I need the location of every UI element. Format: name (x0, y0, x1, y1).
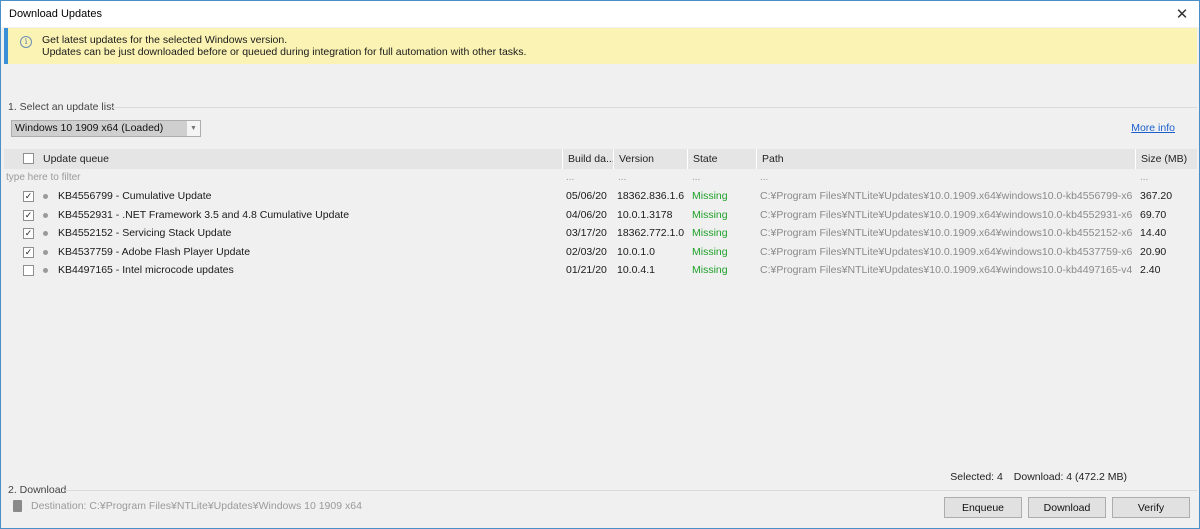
row-build-date: 04/06/20 (566, 208, 607, 221)
row-update-name: KB4556799 - Cumulative Update (58, 190, 212, 202)
row-size: 2.40 (1140, 264, 1161, 276)
grid-header: Update queue Build da... Version State P… (4, 149, 1197, 169)
row-path: C:¥Program Files¥NTLite¥Updates¥10.0.190… (760, 208, 1132, 221)
row-state: Missing (692, 208, 728, 221)
row-size: 14.40 (1140, 227, 1167, 239)
download-button[interactable]: Download (1028, 497, 1106, 518)
download-updates-window: Download Updates ✕ i Get latest updates … (0, 0, 1200, 529)
row-checkbox[interactable] (23, 265, 34, 276)
row-build-date: 01/21/20 (566, 264, 607, 276)
row-version: 18362.772.1.0 (617, 227, 685, 239)
info-icon: i (20, 36, 32, 48)
filter-version-input[interactable]: ... (616, 169, 626, 187)
select-all-checkbox[interactable] (23, 153, 34, 164)
row-checkbox[interactable]: ✓ (23, 228, 34, 239)
status-dot-icon (43, 268, 48, 273)
section-divider (111, 107, 1197, 108)
selected-count: Selected: 4 (950, 471, 1003, 483)
row-path: C:¥Program Files¥NTLite¥Updates¥10.0.190… (760, 245, 1132, 258)
filter-build-input[interactable]: ... (564, 169, 574, 187)
update-list-select[interactable]: Windows 10 1909 x64 (Loaded) ▼ (11, 120, 201, 137)
update-rows: ✓ KB4556799 - Cumulative Update 05/06/20… (4, 187, 1197, 280)
row-size: 69.70 (1140, 208, 1167, 221)
update-list-select-value: Windows 10 1909 x64 (Loaded) (12, 121, 186, 136)
header-update-queue[interactable]: Update queue (38, 149, 562, 169)
filter-state-input[interactable]: ... (690, 169, 700, 187)
row-size: 367.20 (1140, 190, 1173, 202)
destination-path: Destination: C:¥Program Files¥NTLite¥Upd… (31, 500, 362, 512)
row-path: C:¥Program Files¥NTLite¥Updates¥10.0.190… (760, 190, 1132, 202)
section-select-list-label: 1. Select an update list (8, 101, 115, 113)
header-version[interactable]: Version (613, 149, 687, 169)
row-version: 10.0.1.0 (617, 245, 655, 258)
destination: Destination: C:¥Program Files¥NTLite¥Upd… (13, 500, 362, 512)
row-build-date: 03/17/20 (566, 227, 607, 239)
row-state: Missing (692, 245, 728, 258)
row-path: C:¥Program Files¥NTLite¥Updates¥10.0.190… (760, 264, 1132, 276)
verify-button[interactable]: Verify (1112, 497, 1190, 518)
header-size[interactable]: Size (MB) (1135, 149, 1197, 169)
table-row[interactable]: ✓ KB4556799 - Cumulative Update 05/06/20… (4, 187, 1197, 206)
row-update-name: KB4552931 - .NET Framework 3.5 and 4.8 C… (58, 208, 350, 221)
header-path[interactable]: Path (756, 149, 1135, 169)
status-dot-icon (43, 194, 48, 199)
row-checkbox[interactable]: ✓ (23, 191, 34, 202)
header-state[interactable]: State (687, 149, 756, 169)
row-path: C:¥Program Files¥NTLite¥Updates¥10.0.190… (760, 227, 1132, 239)
filter-row: type here to filter ... ... ... ... ... (4, 169, 1197, 187)
download-count: Download: 4 (472.2 MB) (1013, 471, 1127, 483)
row-version: 18362.836.1.6 (617, 190, 685, 202)
row-state: Missing (692, 264, 728, 276)
chevron-down-icon[interactable]: ▼ (186, 121, 200, 136)
status-dot-icon (43, 249, 48, 255)
window-title: Download Updates (9, 8, 102, 20)
table-row[interactable]: ✓ KB4552152 - Servicing Stack Update 03/… (4, 224, 1197, 243)
enqueue-button[interactable]: Enqueue (944, 497, 1022, 518)
table-row[interactable]: ✓ KB4552931 - .NET Framework 3.5 and 4.8… (4, 206, 1197, 225)
row-state: Missing (692, 190, 728, 202)
status-dot-icon (43, 212, 48, 218)
info-banner: i Get latest updates for the selected Wi… (4, 28, 1197, 64)
row-update-name: KB4497165 - Intel microcode updates (58, 264, 234, 276)
section-download-label: 2. Download (8, 484, 67, 496)
info-line-2: Updates can be just downloaded before or… (42, 46, 527, 58)
disk-icon (13, 500, 22, 512)
table-row[interactable]: ✓ KB4537759 - Adobe Flash Player Update … (4, 243, 1197, 262)
filter-name-input[interactable]: type here to filter (4, 169, 80, 187)
row-build-date: 05/06/20 (566, 190, 607, 202)
header-build-date[interactable]: Build da... (562, 149, 613, 169)
title-bar: Download Updates ✕ (1, 1, 1199, 27)
table-row[interactable]: KB4497165 - Intel microcode updates 01/2… (4, 261, 1197, 280)
info-line-1: Get latest updates for the selected Wind… (42, 34, 288, 46)
row-update-name: KB4552152 - Servicing Stack Update (58, 227, 232, 239)
selection-summary: Selected: 4 Download: 4 (472.2 MB) (942, 471, 1127, 483)
row-size: 20.90 (1140, 245, 1167, 258)
section-divider (65, 490, 1197, 491)
update-queue-grid: Update queue Build da... Version State P… (4, 149, 1197, 280)
row-state: Missing (692, 227, 728, 239)
filter-size-input[interactable]: ... (1138, 169, 1148, 187)
status-dot-icon (43, 231, 48, 236)
row-checkbox[interactable]: ✓ (23, 209, 34, 221)
row-version: 10.0.4.1 (617, 264, 655, 276)
row-checkbox[interactable]: ✓ (23, 246, 34, 258)
row-update-name: KB4537759 - Adobe Flash Player Update (58, 245, 251, 258)
more-info-link[interactable]: More info (1131, 122, 1175, 134)
row-version: 10.0.1.3178 (617, 208, 673, 221)
filter-path-input[interactable]: ... (758, 169, 768, 187)
row-build-date: 02/03/20 (566, 245, 607, 258)
close-icon[interactable]: ✕ (1165, 1, 1199, 27)
